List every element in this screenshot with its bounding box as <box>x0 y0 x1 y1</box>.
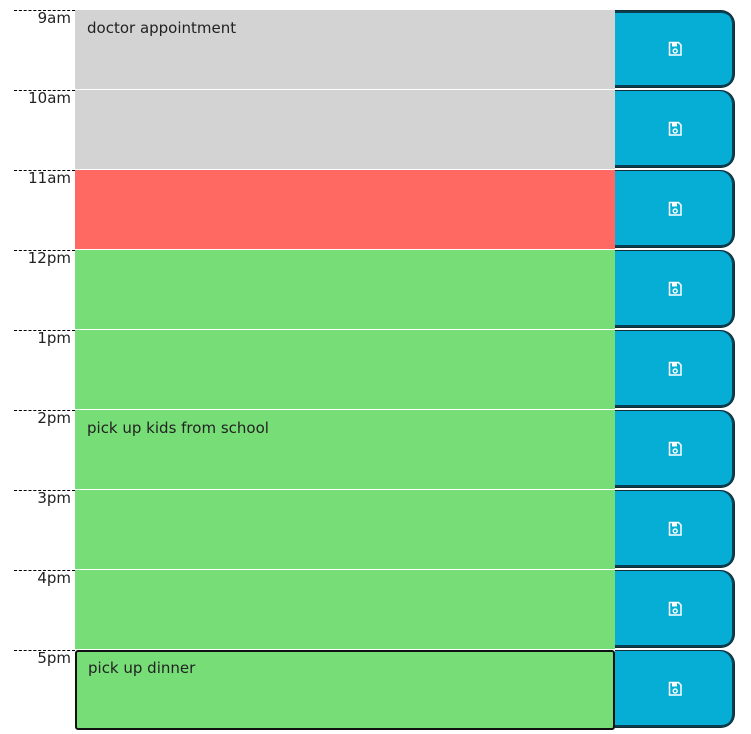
hour-label: 2pm <box>37 409 71 427</box>
save-button[interactable] <box>615 90 735 168</box>
event-description-input[interactable]: pick up kids from school <box>75 410 615 490</box>
hour-column: 12pm <box>14 249 75 330</box>
save-button[interactable] <box>615 170 735 248</box>
floppy-disk-icon <box>668 281 682 296</box>
save-button[interactable] <box>615 490 735 568</box>
event-description-input[interactable]: doctor appointment <box>75 10 615 90</box>
save-button[interactable] <box>615 570 735 648</box>
hour-column: 1pm <box>14 329 75 410</box>
time-block-1pm: 1pm <box>0 329 751 410</box>
event-description-input[interactable] <box>75 170 615 250</box>
time-block-4pm: 4pm <box>0 569 751 650</box>
floppy-disk-icon <box>668 441 682 456</box>
hour-label: 9am <box>37 9 71 27</box>
hour-label: 10am <box>28 89 71 107</box>
event-description-input[interactable] <box>75 90 615 170</box>
event-description-input[interactable] <box>75 250 615 330</box>
day-planner: 9am doctor appointment 10am 11am 12pm 1p… <box>0 9 751 730</box>
save-button[interactable] <box>615 330 735 408</box>
hour-label: 4pm <box>37 569 71 587</box>
floppy-disk-icon <box>668 41 682 56</box>
time-block-12pm: 12pm <box>0 249 751 330</box>
event-description-input[interactable] <box>75 570 615 650</box>
hour-column: 4pm <box>14 569 75 650</box>
floppy-disk-icon <box>668 681 682 696</box>
save-button[interactable] <box>615 650 735 728</box>
hour-column: 2pm <box>14 409 75 490</box>
hour-label: 12pm <box>27 249 71 267</box>
save-button[interactable] <box>615 10 735 88</box>
hour-column: 5pm <box>14 649 75 730</box>
event-description-input[interactable] <box>75 330 615 410</box>
time-block-9am: 9am doctor appointment <box>0 9 751 90</box>
floppy-disk-icon <box>668 201 682 216</box>
hour-column: 9am <box>14 9 75 90</box>
floppy-disk-icon <box>668 121 682 136</box>
save-button[interactable] <box>615 410 735 488</box>
time-block-3pm: 3pm <box>0 489 751 570</box>
time-block-2pm: 2pm pick up kids from school <box>0 409 751 490</box>
hour-label: 11am <box>28 169 71 187</box>
hour-column: 10am <box>14 89 75 170</box>
hour-column: 11am <box>14 169 75 250</box>
hour-label: 5pm <box>37 649 71 667</box>
time-block-11am: 11am <box>0 169 751 250</box>
hour-label: 1pm <box>37 329 71 347</box>
time-block-5pm: 5pm pick up dinner <box>0 649 751 730</box>
hour-column: 3pm <box>14 489 75 570</box>
floppy-disk-icon <box>668 601 682 616</box>
event-description-input[interactable]: pick up dinner <box>75 650 615 730</box>
save-button[interactable] <box>615 250 735 328</box>
floppy-disk-icon <box>668 361 682 376</box>
floppy-disk-icon <box>668 521 682 536</box>
hour-label: 3pm <box>37 489 71 507</box>
time-block-10am: 10am <box>0 89 751 170</box>
event-description-input[interactable] <box>75 490 615 570</box>
